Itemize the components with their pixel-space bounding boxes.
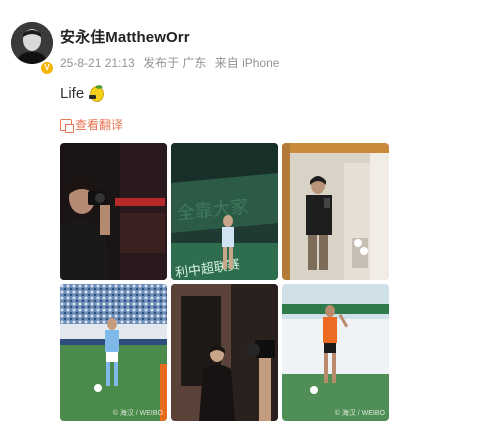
source: 来自 iPhone [214,56,280,70]
photo-thumbnail[interactable] [282,143,389,280]
timestamp[interactable]: 25-8-21 21:13 [60,56,135,70]
photo-thumbnail[interactable]: © 海汉 / WEIBO [282,284,389,421]
post-body: Life [60,84,85,102]
post-meta: 25-8-21 21:13 发布于 广东 来自 iPhone [60,54,284,71]
photo-thumbnail[interactable] [171,284,278,421]
photo-thumbnail[interactable]: 全靠大家 利中超联赛 [171,143,278,280]
location: 发布于 广东 [143,56,207,70]
translate-label: 查看翻译 [75,118,124,132]
watermark: © 海汉 / WEIBO [334,410,385,417]
lemon-emoji-icon [89,84,105,102]
photo-thumbnail[interactable] [60,143,167,280]
post-text: Life [60,84,105,102]
photo-thumbnail[interactable]: © 海汉 / WEIBO [60,284,167,421]
weibo-post: V 安永佳MatthewOrr 25-8-21 21:13 发布于 广东 来自 … [0,0,500,440]
translate-link[interactable]: 查看翻译 [60,116,123,133]
watermark: © 海汉 / WEIBO [112,410,163,417]
username[interactable]: 安永佳MatthewOrr [60,26,190,47]
photo-grid: 全靠大家 利中超联赛 © 海汉 / WEIBO © 海汉 / WEIBO [60,143,390,421]
verified-badge-icon: V [40,61,54,75]
translate-icon [60,118,74,133]
avatar[interactable] [11,22,53,64]
